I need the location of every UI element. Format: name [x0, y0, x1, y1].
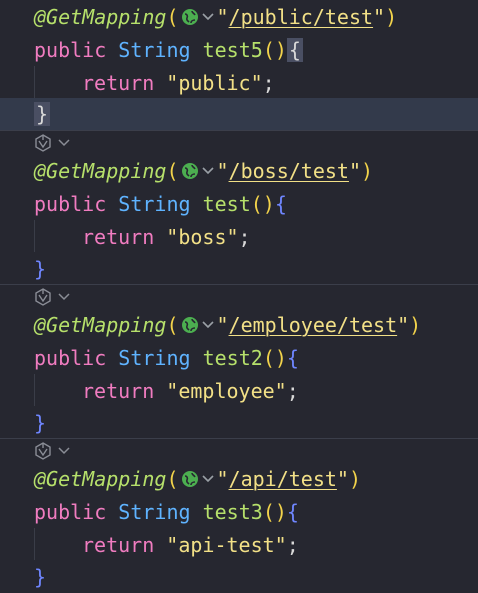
- keyword-public: public: [34, 499, 107, 524]
- keyword-return: return: [82, 224, 155, 249]
- annotation: @GetMapping: [34, 4, 167, 29]
- code-line[interactable]: public String test(){: [0, 187, 478, 220]
- parens: (): [262, 499, 287, 524]
- paren: (: [166, 312, 179, 337]
- paren: (: [166, 466, 179, 491]
- quote: ": [216, 4, 229, 29]
- chevron-down-icon[interactable]: [57, 136, 71, 150]
- code-line[interactable]: @GetMapping( "/api/test "): [0, 462, 478, 495]
- ai-assistant-icon[interactable]: [33, 287, 53, 307]
- code-line[interactable]: return "employee";: [0, 374, 478, 407]
- paren: ): [385, 4, 398, 29]
- close-brace: }: [34, 102, 51, 126]
- annotation: @GetMapping: [34, 312, 167, 337]
- open-brace: {: [286, 345, 299, 370]
- parens: (): [262, 37, 287, 62]
- ai-assistant-icon[interactable]: [33, 441, 53, 461]
- semicolon: ;: [286, 532, 299, 557]
- chevron-down-icon[interactable]: [201, 471, 215, 487]
- annotation: @GetMapping: [34, 158, 167, 183]
- paren: ): [361, 158, 374, 183]
- code-line[interactable]: return "api-test";: [0, 528, 478, 561]
- code-line[interactable]: return "public";: [0, 66, 478, 99]
- semicolon: ;: [262, 70, 275, 95]
- globe-icon[interactable]: [180, 315, 200, 335]
- current-line[interactable]: }: [0, 98, 478, 130]
- return-value: "employee": [166, 378, 287, 403]
- return-value: "boss": [166, 224, 239, 249]
- code-line[interactable]: public String test2(){: [0, 341, 478, 374]
- paren: ): [409, 312, 422, 337]
- method-separator: [0, 284, 478, 285]
- code-line[interactable]: public String test5(){: [0, 33, 478, 66]
- method-name: test: [202, 191, 251, 216]
- code-line[interactable]: @GetMapping( "/public/test "): [0, 0, 478, 33]
- globe-icon[interactable]: [180, 161, 200, 181]
- annotation: @GetMapping: [34, 466, 167, 491]
- semicolon: ;: [238, 224, 251, 249]
- code-line[interactable]: public String test3(){: [0, 495, 478, 528]
- endpoint-path-link[interactable]: /boss/test: [229, 159, 349, 183]
- code-line[interactable]: }: [0, 560, 478, 593]
- close-brace: }: [34, 256, 47, 281]
- code-line[interactable]: }: [0, 406, 478, 439]
- type-string: String: [118, 191, 191, 216]
- keyword-public: public: [34, 191, 107, 216]
- endpoint-path-link[interactable]: /employee/test: [229, 313, 398, 337]
- globe-icon[interactable]: [180, 7, 200, 27]
- endpoint-path-link[interactable]: /public/test: [229, 5, 374, 29]
- quote: ": [216, 158, 229, 183]
- code-line[interactable]: @GetMapping( "/employee/test "): [0, 308, 478, 341]
- paren: ): [348, 466, 362, 491]
- type-string: String: [118, 37, 191, 62]
- keyword-public: public: [34, 345, 107, 370]
- keyword-return: return: [82, 532, 155, 557]
- close-brace: }: [34, 564, 47, 589]
- code-line[interactable]: @GetMapping( "/boss/test "): [0, 154, 478, 187]
- method-separator: [0, 130, 478, 131]
- type-string: String: [118, 345, 191, 370]
- endpoint-path-link[interactable]: /api/test: [229, 467, 337, 491]
- chevron-down-icon[interactable]: [201, 9, 215, 25]
- globe-icon[interactable]: [180, 469, 200, 489]
- quote: ": [397, 312, 410, 337]
- quote: ": [216, 312, 229, 337]
- method-name: test3: [202, 499, 263, 524]
- chevron-down-icon[interactable]: [57, 290, 71, 304]
- type-string: String: [118, 499, 191, 524]
- close-brace: }: [34, 410, 47, 435]
- keyword-return: return: [82, 70, 155, 95]
- method-separator: [0, 438, 478, 439]
- quote: ": [348, 158, 362, 183]
- ai-assistant-icon[interactable]: [33, 133, 53, 153]
- open-brace: {: [274, 191, 287, 216]
- paren: (: [166, 158, 179, 183]
- chevron-down-icon[interactable]: [57, 444, 71, 458]
- quote: ": [216, 466, 229, 491]
- chevron-down-icon[interactable]: [201, 317, 215, 333]
- method-name: test2: [202, 345, 263, 370]
- semicolon: ;: [286, 378, 299, 403]
- chevron-down-icon[interactable]: [201, 163, 215, 179]
- keyword-return: return: [82, 378, 155, 403]
- paren: (: [166, 4, 179, 29]
- return-value: "public": [166, 70, 263, 95]
- method-name: test5: [202, 37, 263, 62]
- code-line[interactable]: }: [0, 252, 478, 285]
- return-value: "api-test": [166, 532, 287, 557]
- quote: ": [373, 4, 386, 29]
- parens: (): [250, 191, 275, 216]
- keyword-public: public: [34, 37, 107, 62]
- open-brace: {: [286, 499, 299, 524]
- open-brace: {: [286, 37, 303, 62]
- quote: ": [336, 466, 349, 491]
- parens: (): [262, 345, 287, 370]
- code-line[interactable]: return "boss";: [0, 220, 478, 253]
